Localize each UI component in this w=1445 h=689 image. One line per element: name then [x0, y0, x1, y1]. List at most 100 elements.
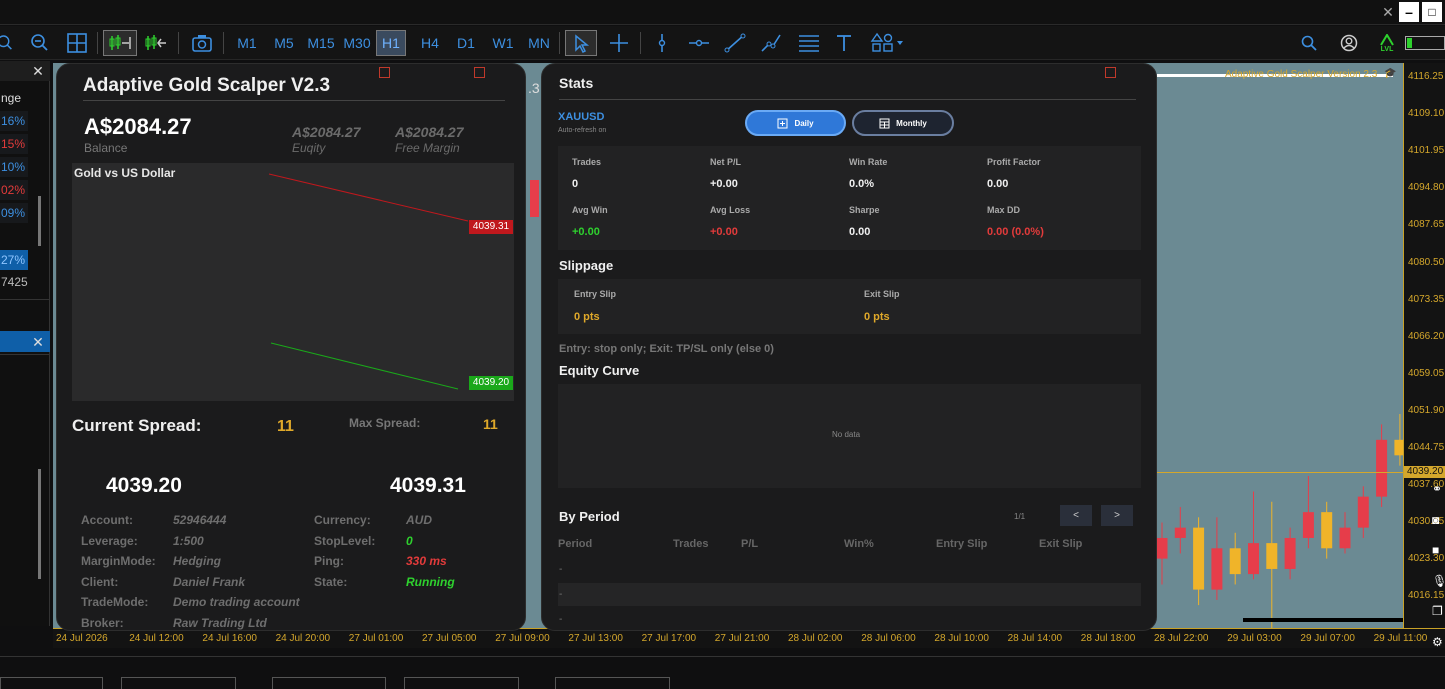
search-icon[interactable]	[1298, 30, 1320, 56]
market-watch-scrollbar[interactable]	[38, 196, 41, 246]
minimize-button[interactable]: –	[1399, 2, 1419, 22]
cursor-icon[interactable]	[565, 30, 597, 56]
ea-info-panel: Adaptive Gold Scalper V2.3 A$2084.27 Bal…	[56, 63, 526, 631]
market-watch-row[interactable]: 16%	[0, 111, 28, 131]
pin-icon[interactable]: ✕	[1378, 2, 1398, 22]
market-watch-row[interactable]: nge	[0, 88, 28, 108]
info-value: Demo trading account	[173, 595, 300, 610]
vertical-line-icon[interactable]	[650, 30, 674, 56]
timeframe-m1[interactable]: M1	[232, 30, 262, 56]
period-row[interactable]: -	[558, 558, 1141, 581]
square-icon[interactable]: ■	[1432, 543, 1445, 559]
market-watch-row[interactable]: 09%	[0, 203, 28, 223]
zoom-in-icon[interactable]	[0, 30, 14, 56]
free-margin-value: A$2084.27	[395, 124, 464, 140]
time-axis-label: 27 Jul 05:00	[422, 633, 477, 644]
candle-body	[1229, 548, 1241, 575]
panel-collapse-icon[interactable]	[379, 67, 390, 78]
toolbox-scrollbar[interactable]	[38, 469, 41, 579]
period-column-header[interactable]: Exit Slip	[1039, 538, 1082, 550]
timeframe-m5[interactable]: M5	[269, 30, 299, 56]
fibonacci-icon[interactable]	[795, 30, 823, 56]
time-axis[interactable]: 24 Jul 2026 24 Jul 12:00 24 Jul 16:00 24 Ju…	[53, 628, 1445, 648]
maximize-button[interactable]: □	[1422, 2, 1442, 22]
info-label: State:	[314, 574, 348, 589]
toolbar: LVL M1 M5 M15 M30 H1 H4 D1 W1 MN	[0, 26, 1445, 60]
screenshot-icon[interactable]	[188, 30, 216, 56]
timeframe-d1[interactable]: D1	[451, 30, 481, 56]
time-axis-label: 27 Jul 21:00	[714, 633, 770, 644]
link-icon[interactable]: ⚭	[1432, 482, 1445, 498]
signal-level-icon[interactable]: LVL	[1376, 30, 1398, 56]
info-value: 0	[406, 533, 413, 548]
metric-value: 0.0%	[849, 178, 875, 190]
period-column-header[interactable]: Period	[558, 538, 592, 550]
account-icon[interactable]	[1338, 30, 1360, 56]
bottom-tab-1[interactable]	[0, 677, 103, 689]
market-watch-row[interactable]: 7425	[0, 272, 28, 292]
bid-ask-mini-chart: Gold vs US Dollar 4039.31 4039.20	[72, 163, 514, 401]
stats-close-icon[interactable]	[1105, 67, 1116, 78]
period-row[interactable]: -	[558, 608, 1141, 631]
toolbox-close-button[interactable]: ✕	[30, 334, 46, 350]
text-icon[interactable]	[833, 30, 855, 56]
bottom-tab-2[interactable]	[121, 677, 236, 689]
timeframe-w1[interactable]: W1	[488, 30, 518, 56]
market-watch-row[interactable]: 10%	[0, 157, 28, 177]
info-label: MarginMode:	[81, 554, 156, 569]
market-watch-close-button[interactable]: ✕	[30, 63, 46, 79]
trendline-icon[interactable]	[722, 30, 748, 56]
price-axis-label: 4094.80	[1408, 182, 1445, 194]
next-page-button[interactable]: >	[1101, 505, 1133, 526]
panel-close-icon[interactable]	[474, 67, 485, 78]
time-axis-label: 28 Jul 06:00	[861, 633, 916, 644]
metric-value: +0.00	[710, 226, 738, 238]
autoscroll-icon[interactable]	[141, 30, 171, 56]
zoom-out-icon[interactable]	[28, 30, 52, 56]
tile-windows-icon[interactable]	[64, 30, 90, 56]
copy-icon[interactable]: ❐	[1432, 604, 1445, 620]
market-watch-row[interactable]: 02%	[0, 180, 28, 200]
slippage-title: Slippage	[559, 258, 614, 273]
timeframe-h1[interactable]: H1	[376, 30, 406, 56]
channel-icon[interactable]	[758, 30, 784, 56]
chart-shift-icon[interactable]	[103, 30, 137, 56]
timeframe-mn[interactable]: MN	[524, 30, 554, 56]
period-column-header[interactable]: Win%	[844, 538, 874, 550]
camera-icon[interactable]: ◙	[1432, 513, 1445, 529]
period-column-header[interactable]: Trades	[673, 538, 708, 550]
chart-partial-label: .3	[528, 80, 540, 96]
candle-body	[1193, 527, 1205, 590]
shapes-icon[interactable]	[867, 30, 907, 56]
trading-terminal: { "window": {"pin_icon": "pin-icon", "mi…	[0, 0, 1445, 689]
period-row[interactable]: -	[558, 583, 1141, 606]
time-axis-label: 24 Jul 12:00	[129, 633, 184, 644]
info-label: Client:	[81, 574, 119, 589]
horizontal-line-icon[interactable]	[686, 30, 712, 56]
bottom-tab-3[interactable]	[272, 677, 386, 689]
chart-ea-hat-icon: 🎓	[1384, 68, 1397, 79]
time-axis-label: 28 Jul 02:00	[788, 633, 843, 644]
gear-icon[interactable]: ⚙	[1432, 635, 1445, 651]
daily-button[interactable]: Daily	[745, 110, 846, 136]
page-indicator: 1/1	[1014, 512, 1026, 521]
prev-page-button[interactable]: <	[1060, 505, 1092, 526]
market-watch-row[interactable]: 27%	[0, 250, 28, 270]
timeframe-h4[interactable]: H4	[415, 30, 445, 56]
bottom-tab-5[interactable]	[555, 677, 670, 689]
entry-slip-value: 0 pts	[574, 311, 600, 323]
candle-body	[1174, 527, 1186, 538]
crosshair-icon[interactable]	[605, 30, 633, 56]
bottom-tab-4[interactable]	[404, 677, 519, 689]
timeframe-m30[interactable]: M30	[340, 30, 374, 56]
market-watch-row[interactable]: 15%	[0, 134, 28, 154]
candle-body	[1357, 496, 1369, 528]
mic-icon[interactable]: 🎙	[1432, 574, 1445, 590]
period-column-header[interactable]: Entry Slip	[936, 538, 987, 550]
timeframe-m15[interactable]: M15	[304, 30, 338, 56]
info-label: Ping:	[314, 554, 344, 569]
period-column-header[interactable]: P/L	[741, 538, 758, 550]
metric-label: Avg Loss	[710, 205, 751, 215]
monthly-button[interactable]: Monthly	[852, 110, 954, 136]
time-axis-label: 27 Jul 01:00	[348, 633, 404, 644]
